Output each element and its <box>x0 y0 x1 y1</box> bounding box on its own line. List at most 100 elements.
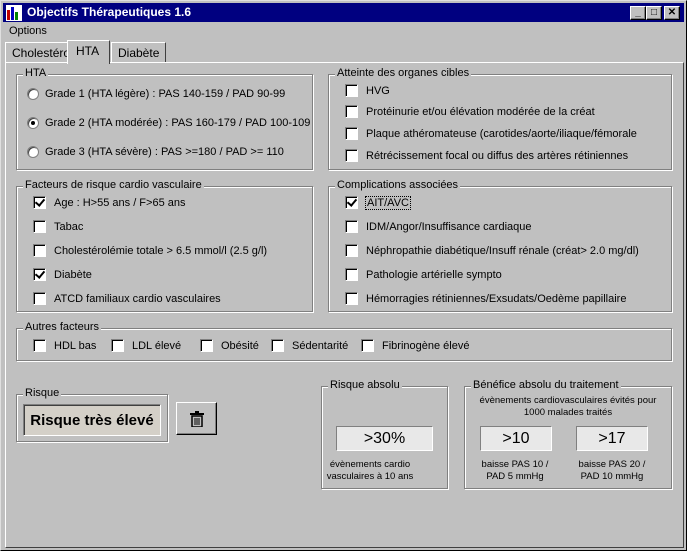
organ-damage-checkbox[interactable] <box>345 127 358 140</box>
benefit-value-2: >17 <box>598 429 626 447</box>
risk-factors-title: Facteurs de risque cardio vasculaire <box>23 179 204 191</box>
complication-item[interactable]: IDM/Angor/Insuffisance cardiaque <box>345 220 532 233</box>
organ-damage-label: Plaque athéromateuse (carotides/aorte/il… <box>366 127 637 140</box>
risk-factor-label: Tabac <box>54 220 84 233</box>
other-factors-group: Autres facteurs HDL bas LDL élevé Obésit… <box>16 321 672 361</box>
other-factor-item[interactable]: HDL bas <box>33 339 96 352</box>
window-title: Objectifs Thérapeutiques 1.6 <box>27 5 192 19</box>
other-factor-item[interactable]: LDL élevé <box>111 339 181 352</box>
risk-factor-label: Cholestérolémie totale > 6.5 mmol/l (2.5… <box>54 244 268 257</box>
complication-checkbox[interactable] <box>345 268 358 281</box>
organ-damage-label: Protéinurie et/ou élévation modérée de l… <box>366 105 595 118</box>
organ-damage-checkbox[interactable] <box>345 84 358 97</box>
risk-level-display: Risque très élevé <box>23 404 161 436</box>
grade-2-radio[interactable]: Grade 2 (HTA modérée) : PAS 160-179 / PA… <box>27 117 310 129</box>
app-chart-icon <box>6 5 22 21</box>
risk-factor-checkbox[interactable] <box>33 196 46 209</box>
clear-button[interactable] <box>176 402 217 435</box>
absolute-risk-title: Risque absolu <box>328 379 402 391</box>
benefit-subtitle: évènements cardiovasculaires évités pour… <box>479 395 657 418</box>
menu-bar: Options <box>9 25 47 41</box>
benefit-caption-1: baisse PAS 10 / PAD 5 mmHg <box>481 459 549 482</box>
trash-icon <box>189 410 204 427</box>
absolute-risk-value: >30% <box>363 429 406 447</box>
grade-3-radio-indicator[interactable] <box>27 146 39 158</box>
grade-1-radio[interactable]: Grade 1 (HTA légère) : PAS 140-159 / PAD… <box>27 88 285 100</box>
complication-checkbox[interactable] <box>345 196 358 209</box>
complication-label: AIT/AVC <box>365 195 411 210</box>
other-factor-checkbox[interactable] <box>111 339 124 352</box>
complication-item[interactable]: AIT/AVC <box>345 195 411 210</box>
other-factor-item[interactable]: Sédentarité <box>271 339 348 352</box>
complications-title: Complications associées <box>335 179 461 191</box>
other-factor-checkbox[interactable] <box>33 339 46 352</box>
complication-item[interactable]: Hémorragies rétiniennes/Exsudats/Oedème … <box>345 292 626 305</box>
grade-3-radio[interactable]: Grade 3 (HTA sévère) : PAS >=180 / PAD >… <box>27 146 284 158</box>
other-factor-label: Sédentarité <box>292 339 349 352</box>
organ-damage-checkbox[interactable] <box>345 149 358 162</box>
risk-factor-item[interactable]: Tabac <box>33 220 83 233</box>
tab-hta[interactable]: HTA <box>67 40 111 64</box>
absolute-risk-value-box: >30% <box>336 426 433 451</box>
hta-group-title: HTA <box>23 67 49 79</box>
complication-label: Néphropathie diabétique/Insuff rénale (c… <box>366 244 639 257</box>
complication-checkbox[interactable] <box>345 292 358 305</box>
complication-label: IDM/Angor/Insuffisance cardiaque <box>366 220 532 233</box>
risk-factor-item[interactable]: Age : H>55 ans / F>65 ans <box>33 196 185 209</box>
organ-damage-group: Atteinte des organes cibles HVG Protéinu… <box>328 67 672 170</box>
risk-factor-checkbox[interactable] <box>33 220 46 233</box>
title-bar[interactable]: Objectifs Thérapeutiques 1.6 _ □ ✕ <box>3 3 684 22</box>
other-factors-title: Autres facteurs <box>23 321 101 333</box>
grade-1-label: Grade 1 (HTA légère) : PAS 140-159 / PAD… <box>45 88 286 100</box>
risk-factor-label: Diabète <box>54 268 92 281</box>
organ-damage-item[interactable]: Plaque athéromateuse (carotides/aorte/il… <box>345 127 637 140</box>
benefit-value-1-box: >10 <box>480 426 552 451</box>
risk-factor-item[interactable]: Cholestérolémie totale > 6.5 mmol/l (2.5… <box>33 244 267 257</box>
other-factor-item[interactable]: Fibrinogène élevé <box>361 339 469 352</box>
risk-factor-item[interactable]: ATCD familiaux cardio vasculaires <box>33 292 221 305</box>
organ-damage-label: Rétrécissement focal ou diffus des artèr… <box>366 149 629 162</box>
risk-factors-group: Facteurs de risque cardio vasculaire Age… <box>16 179 313 312</box>
menu-options[interactable]: Options <box>9 25 47 37</box>
complications-group: Complications associées AIT/AVC IDM/Ango… <box>328 179 672 312</box>
maximize-button[interactable]: □ <box>646 6 662 20</box>
other-factor-label: HDL bas <box>54 339 97 352</box>
organ-damage-checkbox[interactable] <box>345 105 358 118</box>
organ-damage-item[interactable]: Protéinurie et/ou élévation modérée de l… <box>345 105 595 118</box>
complication-checkbox[interactable] <box>345 220 358 233</box>
complication-item[interactable]: Pathologie artérielle sympto <box>345 268 502 281</box>
organ-damage-item[interactable]: Rétrécissement focal ou diffus des artèr… <box>345 149 628 162</box>
grade-1-radio-indicator[interactable] <box>27 88 39 100</box>
risk-factor-checkbox[interactable] <box>33 244 46 257</box>
other-factor-label: Obésité <box>221 339 259 352</box>
risk-level-value: Risque très élevé <box>30 411 154 429</box>
risk-factor-checkbox[interactable] <box>33 268 46 281</box>
app-window: Objectifs Thérapeutiques 1.6 _ □ ✕ Optio… <box>0 0 687 551</box>
risk-factor-label: Age : H>55 ans / F>65 ans <box>54 196 186 209</box>
hta-group: HTA Grade 1 (HTA légère) : PAS 140-159 /… <box>16 67 313 170</box>
complication-item[interactable]: Néphropathie diabétique/Insuff rénale (c… <box>345 244 639 257</box>
grade-2-label: Grade 2 (HTA modérée) : PAS 160-179 / PA… <box>45 117 311 129</box>
grade-3-label: Grade 3 (HTA sévère) : PAS >=180 / PAD >… <box>45 146 284 158</box>
other-factor-checkbox[interactable] <box>271 339 284 352</box>
grade-2-radio-indicator[interactable] <box>27 117 39 129</box>
other-factor-label: Fibrinogène élevé <box>382 339 470 352</box>
minimize-button[interactable]: _ <box>630 6 646 20</box>
other-factor-label: LDL élevé <box>132 339 182 352</box>
complication-label: Hémorragies rétiniennes/Exsudats/Oedème … <box>366 292 627 305</box>
organ-damage-item[interactable]: HVG <box>345 84 390 97</box>
risk-factor-item[interactable]: Diabète <box>33 268 92 281</box>
close-button[interactable]: ✕ <box>664 6 680 20</box>
risk-title: Risque <box>23 387 62 399</box>
tab-diabete[interactable]: Diabète <box>111 42 167 63</box>
other-factor-item[interactable]: Obésité <box>200 339 259 352</box>
benefit-title: Bénéfice absolu du traitement <box>471 379 621 391</box>
benefit-caption-2: baisse PAS 20 / PAD 10 mmHg <box>578 459 646 482</box>
complication-checkbox[interactable] <box>345 244 358 257</box>
other-factor-checkbox[interactable] <box>361 339 374 352</box>
other-factor-checkbox[interactable] <box>200 339 213 352</box>
absolute-risk-caption: évènements cardio vasculaires à 10 ans <box>326 459 414 482</box>
risk-factor-label: ATCD familiaux cardio vasculaires <box>54 292 221 305</box>
risk-factor-checkbox[interactable] <box>33 292 46 305</box>
tab-hta-label: HTA <box>76 44 100 58</box>
